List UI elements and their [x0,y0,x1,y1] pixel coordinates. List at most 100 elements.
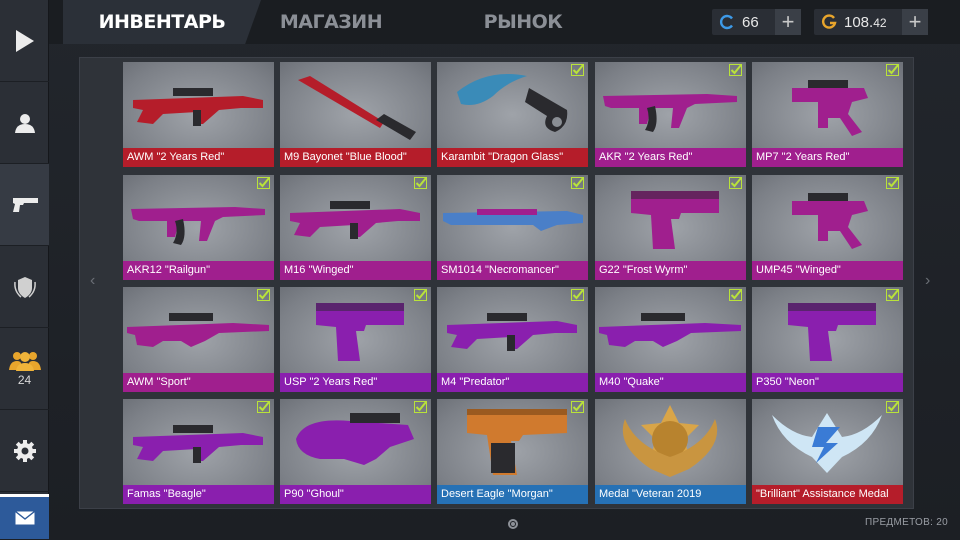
equipped-check-icon [886,177,899,189]
tab-shop[interactable]: МАГАЗИН [271,0,391,44]
item-name: SM1014 "Necromancer" [437,261,588,280]
gold-value: 108.42 [844,13,887,31]
equipped-check-icon [414,177,427,189]
play-icon [15,29,34,52]
inventory-item[interactable]: AWM "Sport" [123,287,274,392]
equipped-check-icon [414,289,427,301]
item-image [603,94,737,132]
item-image [792,193,868,249]
equipped-check-icon [257,289,270,301]
inventory-item[interactable]: P90 "Ghoul" [280,399,431,504]
inventory-item[interactable]: Desert Eagle "Morgan" [437,399,588,504]
sidebar: 24 [0,0,49,540]
item-name: Famas "Beagle" [123,485,274,504]
sidebar-item-clan[interactable] [0,246,49,328]
item-image [772,413,882,473]
equipped-check-icon [571,64,584,76]
item-image [290,201,420,239]
item-name: M40 "Quake" [595,373,746,392]
gold-icon [818,11,840,33]
inventory-item[interactable]: M16 "Winged" [280,175,431,280]
inventory-item[interactable]: M40 "Quake" [595,287,746,392]
sidebar-item-inventory[interactable] [0,164,49,246]
credits-icon [716,11,738,33]
inventory-item[interactable]: MP7 "2 Years Red" [752,62,903,167]
next-page-arrow[interactable]: › [925,272,930,290]
tab-market[interactable]: РЫНОК [477,0,569,44]
item-name: AWM "Sport" [123,373,274,392]
equipped-check-icon [886,289,899,301]
item-name: Medal "Veteran 2019 [595,485,746,504]
items-count: ПРЕДМЕТОВ: 20 [865,517,948,528]
item-image [296,413,414,465]
inventory-item[interactable]: USP "2 Years Red" [280,287,431,392]
inventory-item[interactable]: Medal "Veteran 2019 [595,399,746,504]
item-image [298,76,416,140]
equipped-check-icon [886,401,899,413]
item-image [443,209,583,231]
equipped-check-icon [886,64,899,76]
inventory-item[interactable]: M9 Bayonet "Blue Blood" [280,62,431,167]
equipped-check-icon [729,289,742,301]
item-name: USP "2 Years Red" [280,373,431,392]
item-image [788,303,876,361]
prev-page-arrow[interactable]: ‹ [90,272,95,290]
inventory-item[interactable]: UMP45 "Winged" [752,175,903,280]
gear-icon [13,439,36,462]
clan-shield-icon [13,276,36,298]
item-image [467,409,567,475]
item-name: P90 "Ghoul" [280,485,431,504]
item-name: AWM "2 Years Red" [123,148,274,167]
item-image [622,405,718,477]
item-name: M16 "Winged" [280,261,431,280]
item-image [127,313,269,347]
equipped-check-icon [571,177,584,189]
sidebar-item-profile[interactable] [0,82,49,164]
inventory-item[interactable]: AWM "2 Years Red" [123,62,274,167]
item-name: Karambit "Dragon Glass" [437,148,588,167]
add-gold-button[interactable]: + [902,9,928,35]
item-image [133,425,263,463]
inventory-item[interactable]: Famas "Beagle" [123,399,274,504]
item-image [133,88,263,126]
sidebar-item-settings[interactable] [0,410,49,492]
item-image [447,313,577,351]
add-credits-button[interactable]: + [775,9,801,35]
credits-value: 66 [742,13,759,31]
mail-icon [14,511,35,525]
equipped-check-icon [571,401,584,413]
equipped-check-icon [414,401,427,413]
item-name: MP7 "2 Years Red" [752,148,903,167]
item-name: "Brilliant" Assistance Medal [752,485,903,504]
item-name: AKR "2 Years Red" [595,148,746,167]
inventory-item[interactable]: "Brilliant" Assistance Medal [752,399,903,504]
item-name: M9 Bayonet "Blue Blood" [280,148,431,167]
friends-icon [8,351,41,371]
top-bar: ИНВЕНТАРЬ МАГАЗИН РЫНОК 66 + 108.42 + [49,0,960,44]
inventory-item[interactable]: G22 "Frost Wyrm" [595,175,746,280]
inventory-item[interactable]: AKR12 "Railgun" [123,175,274,280]
tab-inventory[interactable]: ИНВЕНТАРЬ [63,0,261,44]
equipped-check-icon [571,289,584,301]
inventory-item[interactable]: M4 "Predator" [437,287,588,392]
item-image [457,74,568,132]
inventory-item[interactable]: AKR "2 Years Red" [595,62,746,167]
item-name: Desert Eagle "Morgan" [437,485,588,504]
item-name: AKR12 "Railgun" [123,261,274,280]
sidebar-item-play[interactable] [0,0,49,82]
inventory-item[interactable]: P350 "Neon" [752,287,903,392]
inventory-item[interactable]: SM1014 "Necromancer" [437,175,588,280]
sidebar-item-mail[interactable] [0,494,49,540]
item-image [599,313,741,347]
inventory-item[interactable]: Karambit "Dragon Glass" [437,62,588,167]
page-indicator [508,519,518,529]
equipped-check-icon [729,177,742,189]
item-name: M4 "Predator" [437,373,588,392]
credits-balance: 66 + [712,9,801,35]
item-name: P350 "Neon" [752,373,903,392]
equipped-check-icon [257,177,270,189]
profile-icon [14,113,35,133]
friends-count: 24 [17,372,32,387]
sidebar-item-friends[interactable]: 24 [0,328,49,410]
item-image [131,207,265,245]
